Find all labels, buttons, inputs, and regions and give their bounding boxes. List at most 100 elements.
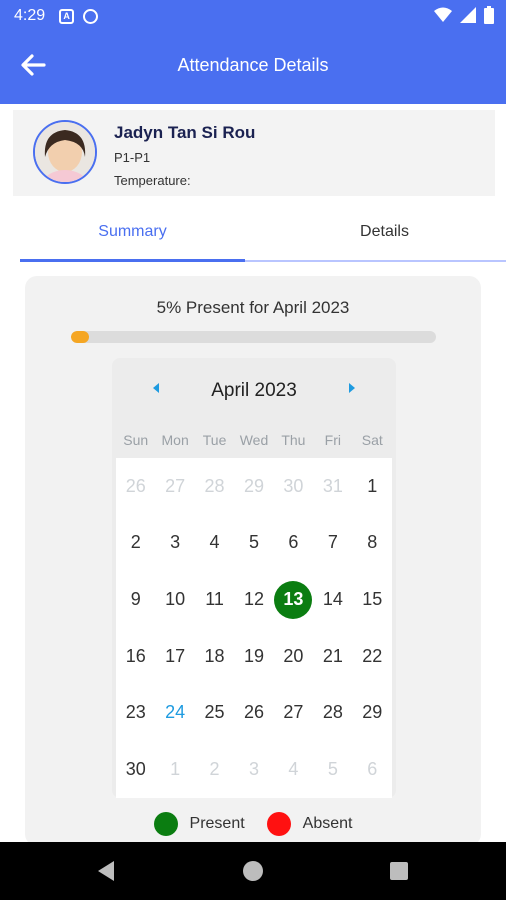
calendar-day-number: 5 — [248, 532, 259, 553]
calendar-day[interactable]: 3 — [155, 515, 194, 572]
calendar-day[interactable]: 21 — [313, 628, 352, 685]
calendar-day[interactable]: 29 — [234, 458, 273, 515]
calendar-day-number: 2 — [130, 532, 141, 553]
calendar-day-number: 16 — [125, 645, 146, 666]
calendar-day[interactable]: 2 — [195, 741, 234, 798]
tab-details[interactable]: Details — [272, 212, 497, 260]
weekday-label: Wed — [239, 432, 269, 448]
calendar-day[interactable]: 17 — [155, 628, 194, 685]
calendar-day-number: 22 — [362, 645, 383, 666]
calendar-day[interactable]: 14 — [313, 571, 352, 628]
calendar-day[interactable]: 20 — [274, 628, 313, 685]
calendar-day[interactable]: 26 — [234, 685, 273, 742]
present-legend-label: Present — [189, 815, 245, 832]
attendance-legend: Present Absent — [25, 812, 481, 836]
calendar-day[interactable]: 6 — [274, 515, 313, 572]
calendar-day-number: 9 — [130, 589, 141, 610]
calendar-day-number: 17 — [165, 645, 186, 666]
calendar-day[interactable]: 5 — [234, 515, 273, 572]
calendar-day[interactable]: 30 — [116, 741, 155, 798]
calendar-day[interactable]: 30 — [274, 458, 313, 515]
calendar-day[interactable]: 19 — [234, 628, 273, 685]
calendar-day-number: 21 — [322, 645, 343, 666]
calendar-day[interactable]: 25 — [195, 685, 234, 742]
calendar-day-grid: 26 27 28 29 30 31 1 2 3 4 5 6 7 8 9 10 11 12 13 14 15 16 17 18 1… — [116, 458, 392, 798]
calendar-day[interactable]: 24 — [155, 685, 194, 742]
wifi-icon — [434, 7, 452, 22]
calendar-day[interactable]: 4 — [274, 741, 313, 798]
calendar-day-number: 6 — [367, 759, 378, 780]
nav-back-icon[interactable] — [96, 860, 116, 882]
calendar-day[interactable]: 8 — [353, 515, 392, 572]
calendar-day[interactable]: 1 — [155, 741, 194, 798]
calendar-day[interactable]: 15 — [353, 571, 392, 628]
calendar-day[interactable]: 28 — [195, 458, 234, 515]
calendar-day-number: 11 — [205, 589, 224, 610]
signal-icon — [460, 7, 476, 23]
calendar-day-number: 1 — [170, 759, 181, 780]
calendar: April 2023 Sun Mon Tue Wed Thu Fri Sat 2… — [112, 358, 396, 798]
calendar-day-number: 28 — [322, 702, 343, 723]
weekday-label: Mon — [161, 432, 189, 448]
calendar-day[interactable]: 31 — [313, 458, 352, 515]
next-month-icon[interactable] — [345, 380, 359, 396]
calendar-day[interactable]: 1 — [353, 458, 392, 515]
calendar-day-present[interactable]: 13 — [274, 571, 313, 628]
page-title: Attendance Details — [177, 55, 329, 75]
calendar-day[interactable]: 27 — [155, 458, 194, 515]
calendar-day[interactable]: 9 — [116, 571, 155, 628]
calendar-day-number: 30 — [283, 475, 304, 496]
calendar-day[interactable]: 11 — [195, 571, 234, 628]
calendar-day[interactable]: 16 — [116, 628, 155, 685]
present-percentage-text: 5% Present for April 2023 — [156, 298, 350, 317]
calendar-day-number: 14 — [322, 589, 343, 610]
app-bar: 4:29 A Attendance Details — [0, 0, 506, 104]
student-temperature: Temperature: — [114, 173, 191, 188]
weekday-label: Sun — [123, 432, 149, 448]
calendar-day[interactable]: 2 — [116, 515, 155, 572]
calendar-day-number: 6 — [288, 532, 299, 553]
nav-home-icon[interactable] — [243, 861, 263, 881]
calendar-day-number: 1 — [367, 475, 378, 496]
calendar-day-number: 2 — [209, 759, 220, 780]
calendar-day-number: 8 — [367, 532, 378, 553]
calendar-day-number: 15 — [362, 589, 383, 610]
calendar-day-number: 10 — [165, 589, 186, 610]
active-tab-indicator — [20, 259, 245, 262]
calendar-day-number: 25 — [204, 702, 225, 723]
calendar-header: April 2023 — [112, 358, 396, 418]
calendar-day[interactable]: 22 — [353, 628, 392, 685]
calendar-day-number: 26 — [125, 475, 146, 496]
calendar-day-number: 18 — [204, 645, 225, 666]
attendance-progress-bar — [71, 331, 436, 343]
calendar-day[interactable]: 28 — [313, 685, 352, 742]
tab-summary[interactable]: Summary — [20, 212, 245, 260]
calendar-day[interactable]: 26 — [116, 458, 155, 515]
student-avatar — [33, 120, 97, 184]
calendar-day[interactable]: 5 — [313, 741, 352, 798]
notification-a-icon: A — [59, 8, 75, 24]
calendar-day[interactable]: 7 — [313, 515, 352, 572]
calendar-day[interactable]: 18 — [195, 628, 234, 685]
weekday-label: Tue — [202, 432, 227, 448]
tab-bar: Summary Details — [0, 212, 506, 264]
nav-recents-icon[interactable] — [390, 862, 408, 880]
calendar-day-number: 12 — [243, 589, 264, 610]
student-name: Jadyn Tan Si Rou — [114, 123, 256, 142]
calendar-day[interactable]: 23 — [116, 685, 155, 742]
calendar-day-number: 23 — [125, 702, 146, 723]
calendar-day[interactable]: 12 — [234, 571, 273, 628]
calendar-day[interactable]: 10 — [155, 571, 194, 628]
calendar-day-number: 7 — [327, 532, 338, 553]
calendar-day[interactable]: 4 — [195, 515, 234, 572]
calendar-day[interactable]: 3 — [234, 741, 273, 798]
status-bar: 4:29 A — [0, 0, 506, 32]
calendar-day-number: 29 — [243, 475, 264, 496]
calendar-day[interactable]: 29 — [353, 685, 392, 742]
calendar-day[interactable]: 6 — [353, 741, 392, 798]
absent-legend-dot — [266, 812, 291, 836]
calendar-day-number: 4 — [209, 532, 220, 553]
student-class: P1-P1 — [114, 150, 151, 165]
calendar-day[interactable]: 27 — [274, 685, 313, 742]
present-legend-dot — [153, 812, 178, 836]
